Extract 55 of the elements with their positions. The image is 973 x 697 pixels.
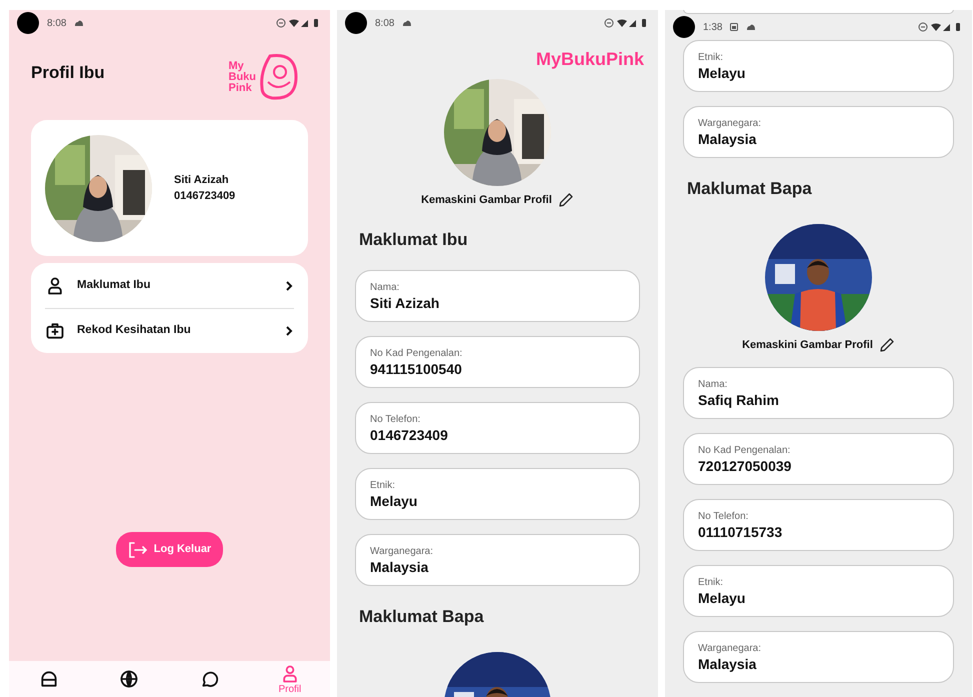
logout-icon <box>128 542 148 558</box>
field-label: Etnik: <box>698 50 724 64</box>
field-value: 941115100540 <box>370 360 463 378</box>
field-value: Malaysia <box>370 558 430 576</box>
field-value: Malaysia <box>698 130 758 148</box>
home-icon <box>39 669 60 689</box>
profile-phone: 0146723409 <box>174 189 236 204</box>
chevron-icon <box>284 280 294 292</box>
app-logo: MyBukuPink <box>536 48 644 71</box>
section-heading: Maklumat Bapa <box>687 178 813 200</box>
menu-item[interactable]: Maklumat Ibu <box>45 263 294 308</box>
field-label: Etnik: <box>698 576 724 588</box>
camera-cutout <box>345 12 367 34</box>
field-value: Malaysia <box>698 654 758 672</box>
status-time: 1:38 <box>703 20 722 34</box>
field-value: Melayu <box>698 588 746 606</box>
camera-cutout <box>17 12 39 34</box>
field-label: Warganegara: <box>698 642 762 654</box>
field-value: Melayu <box>698 64 746 82</box>
field-value: 01110715733 <box>698 522 784 540</box>
section-heading: Maklumat Ibu <box>359 228 469 250</box>
cloud-icon <box>74 20 84 26</box>
field-label: No Kad Pengenalan: <box>698 444 792 456</box>
field-value: Melayu <box>370 492 418 510</box>
status-time: 8:08 <box>375 16 394 30</box>
field-label: No Telefon: <box>698 510 750 522</box>
field-label: Warganegara: <box>698 116 762 130</box>
image-icon <box>730 23 738 31</box>
menu-item[interactable]: Rekod Kesihatan Ibu <box>45 308 294 353</box>
globe-icon <box>119 669 140 689</box>
cloud-icon <box>402 20 412 26</box>
profile-name: Siti Azizah <box>174 173 230 188</box>
cloud-icon <box>746 24 756 30</box>
field-value: 720127050039 <box>698 456 792 474</box>
field-label: Nama: <box>370 280 400 294</box>
edit-photo-link[interactable]: Kemaskini Gambar Profil <box>421 192 552 208</box>
field-value: Safiq Rahim <box>698 390 780 408</box>
camera-cutout <box>673 16 695 38</box>
field-label: Warganegara: <box>370 544 434 558</box>
field-label: No Kad Pengenalan: <box>370 346 464 360</box>
app-logo: My Buku Pink <box>228 52 300 102</box>
medkit-icon <box>45 321 65 341</box>
field-label: Nama: <box>698 378 728 390</box>
section-heading: Maklumat Bapa <box>359 606 485 628</box>
field-label: Etnik: <box>370 478 396 492</box>
edit-photo-link[interactable]: Kemaskini Gambar Profil <box>742 336 873 353</box>
status-time: 8:08 <box>47 16 66 30</box>
field-value: 0146723409 <box>370 426 449 444</box>
pencil-icon <box>878 336 895 353</box>
field-value: Siti Azizah <box>370 294 440 312</box>
field-label: No Telefon: <box>370 412 422 426</box>
page-title: Profil Ibu <box>31 62 105 84</box>
chat-icon <box>200 669 220 689</box>
chevron-icon <box>284 325 294 337</box>
pencil-icon <box>558 192 574 208</box>
